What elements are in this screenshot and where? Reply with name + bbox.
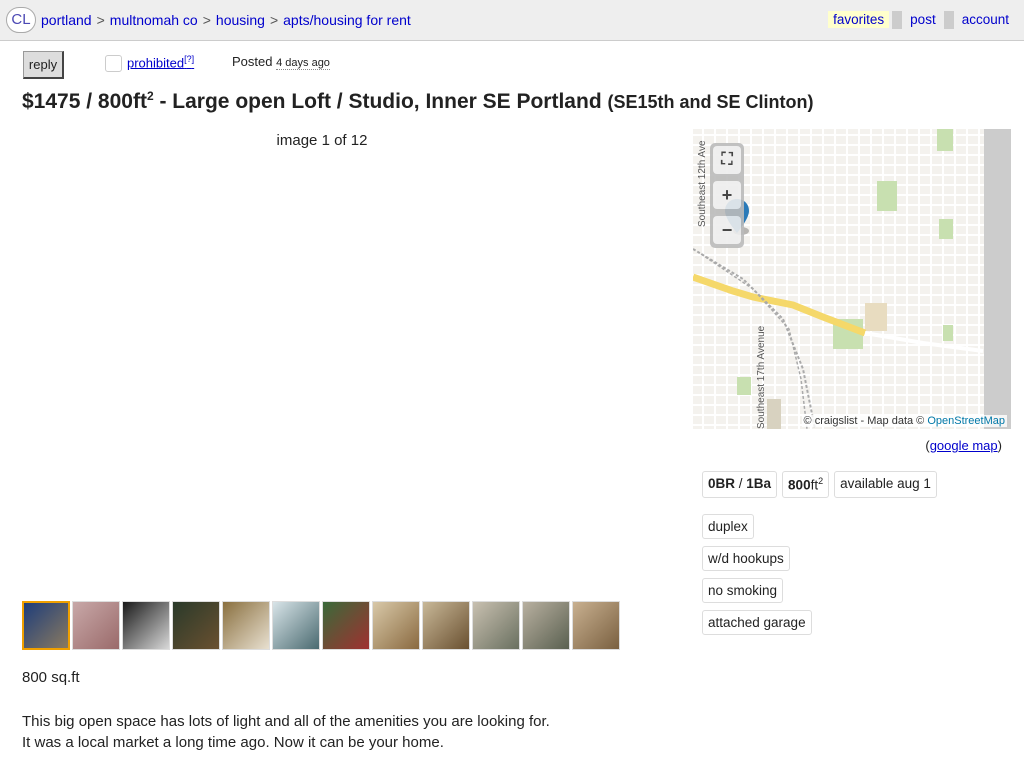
tag-no-smoking: no smoking: [702, 578, 784, 603]
housing-size: 800ft: [97, 90, 147, 113]
tag-attached-garage: attached garage: [702, 610, 812, 635]
thumb-7[interactable]: [322, 601, 370, 650]
street-label: Southeast 17th Avenue: [756, 325, 767, 429]
map-controls: ⛶ + −: [710, 143, 744, 248]
description-line: It was a local market a long time ago. N…: [22, 734, 444, 751]
sqft-badge: 800ft2: [782, 471, 830, 498]
help-link[interactable]: ?: [187, 54, 192, 64]
breadcrumb-housing[interactable]: housing: [216, 12, 265, 28]
description-line: This big open space has lots of light an…: [22, 713, 550, 730]
prohibited-flag-checkbox[interactable]: [105, 55, 122, 72]
post-link[interactable]: post: [910, 12, 936, 27]
image-gallery[interactable]: image 1 of 12: [22, 129, 622, 589]
attribute-group-main: 0BR / 1Ba 800ft2 available aug 1: [702, 471, 937, 498]
map-edge: [984, 129, 1011, 429]
price: $1475: [22, 90, 81, 113]
sqft-line: 800 sq.ft: [22, 669, 80, 686]
park-area: [877, 181, 897, 211]
fullscreen-icon[interactable]: ⛶: [713, 146, 741, 174]
breadcrumb-apts[interactable]: apts/housing for rent: [283, 12, 411, 28]
thumb-4[interactable]: [172, 601, 220, 650]
divider: [943, 11, 954, 30]
user-links: favorites post account: [828, 11, 1014, 30]
thumb-1[interactable]: [22, 601, 70, 650]
divider: [892, 11, 903, 30]
availability-badge: available aug 1: [834, 471, 937, 498]
tag-duplex: duplex: [702, 514, 754, 539]
thumb-5[interactable]: [222, 601, 270, 650]
posting-title: $1475 / 800ft2 - Large open Loft / Studi…: [22, 89, 814, 113]
thumb-8[interactable]: [372, 601, 420, 650]
building-area: [865, 303, 887, 331]
street-label: Southeast 12th Ave: [697, 140, 708, 227]
zoom-in-button[interactable]: +: [713, 181, 741, 209]
openstreetmap-link[interactable]: OpenStreetMap: [927, 415, 1005, 427]
park-area: [939, 219, 953, 239]
thumb-11[interactable]: [522, 601, 570, 650]
bed-bath-badge: 0BR / 1Ba: [702, 471, 778, 498]
reply-button[interactable]: reply: [23, 51, 64, 79]
breadcrumb-portland[interactable]: portland: [41, 12, 92, 28]
craigslist-logo[interactable]: CL: [6, 7, 36, 33]
tag-wd-hookups: w/d hookups: [702, 546, 790, 571]
header-bar: CL portland > multnomah co > housing > apts/ho…: [0, 0, 1024, 41]
building-area: [767, 399, 781, 429]
railway: [700, 253, 808, 429]
park-area: [737, 377, 751, 395]
posted-date: Posted 4 days ago: [232, 54, 330, 70]
thumb-2[interactable]: [72, 601, 120, 650]
thumb-3[interactable]: [122, 601, 170, 650]
title-text: - Large open Loft / Studio, Inner SE Por…: [153, 90, 608, 113]
google-map-line: (google map): [925, 438, 1002, 453]
breadcrumb-multnomah[interactable]: multnomah co: [110, 12, 198, 28]
posted-when: 4 days ago: [276, 57, 330, 70]
park-area: [937, 129, 953, 151]
prohibited-link[interactable]: prohibited[?]: [127, 54, 194, 70]
map-attribution: © craigslist - Map data © OpenStreetMap: [801, 415, 1007, 427]
thumb-6[interactable]: [272, 601, 320, 650]
breadcrumb: portland > multnomah co > housing > apts/housi…: [41, 12, 411, 28]
favorites-link[interactable]: favorites: [828, 11, 890, 28]
account-link[interactable]: account: [962, 12, 1009, 27]
attribute-group-tags: duplex w/d hookups no smoking attached g…: [702, 514, 812, 642]
image-counter: image 1 of 12: [276, 132, 368, 149]
thumb-12[interactable]: [572, 601, 620, 650]
location: (SE15th and SE Clinton): [607, 92, 814, 112]
map[interactable]: Southeast 12th Ave Southeast 17th Avenue…: [693, 129, 1011, 429]
thumb-9[interactable]: [422, 601, 470, 650]
google-map-link[interactable]: google map: [930, 438, 998, 453]
thumb-10[interactable]: [472, 601, 520, 650]
zoom-out-button[interactable]: −: [713, 216, 741, 244]
park-area: [943, 325, 953, 341]
posting-body: This big open space has lots of light an…: [22, 711, 550, 753]
thumbnail-strip: [22, 601, 620, 650]
